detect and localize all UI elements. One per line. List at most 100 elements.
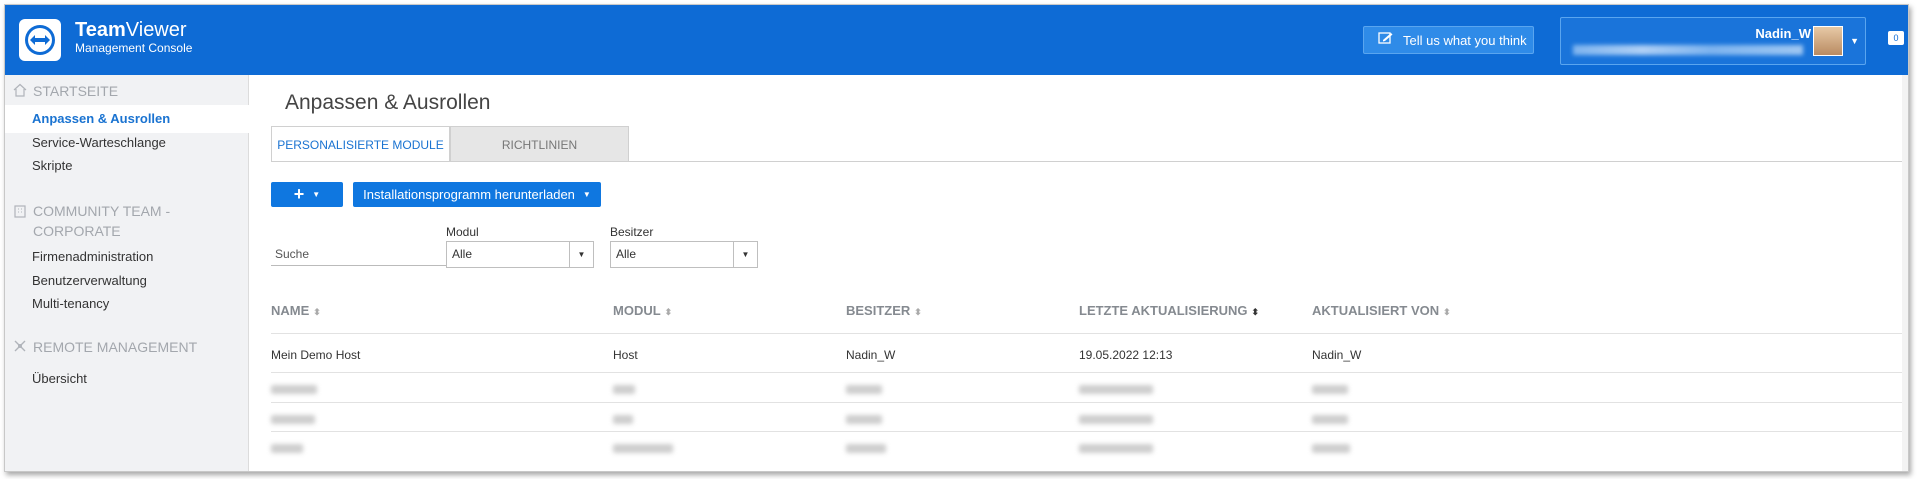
sidebar-section-company[interactable]: COMMUNITY TEAM - CORPORATE <box>13 201 213 241</box>
sidebar-section-label: REMOTE MANAGEMENT <box>33 339 198 355</box>
page-title: Anpassen & Ausrollen <box>285 91 491 114</box>
module-filter-label: Modul <box>446 225 479 239</box>
owner-filter-label: Besitzer <box>610 225 654 239</box>
column-header-owner[interactable]: BESITZER ⬍ <box>846 303 922 318</box>
sidebar-item-label: Service-Warteschlange <box>32 135 166 150</box>
cell-owner: Nadin_W <box>846 348 896 362</box>
sidebar-item-multi-tenancy[interactable]: Multi-tenancy <box>5 290 249 318</box>
sidebar-item-label: Multi-tenancy <box>32 296 110 311</box>
sidebar-item-label: Übersicht <box>32 371 87 386</box>
feedback-edit-icon <box>1378 32 1393 48</box>
avatar <box>1813 26 1843 56</box>
sidebar-section-home[interactable]: STARTSEITE <box>13 83 118 99</box>
chat-icon[interactable]: 0 <box>1888 31 1904 45</box>
redacted-cell <box>1312 415 1348 424</box>
column-header-updated-by[interactable]: AKTUALISIERT VON ⬍ <box>1312 303 1451 318</box>
user-name: Nadin_W <box>1755 26 1811 41</box>
teamviewer-logo-icon[interactable] <box>19 19 61 61</box>
redacted-cell <box>271 385 317 394</box>
download-installer-label: Installationsprogramm herunterladen <box>363 187 575 202</box>
module-filter-value: Alle <box>452 247 473 261</box>
column-header-label: LETZTE AKTUALISIERUNG <box>1079 303 1248 318</box>
row-divider <box>271 431 1908 432</box>
feedback-button[interactable]: Tell us what you think <box>1363 26 1534 54</box>
top-header: TeamViewer Management Console Tell us wh… <box>5 5 1908 75</box>
cell-last-updated: 19.05.2022 12:13 <box>1079 348 1173 362</box>
redacted-cell <box>613 415 633 424</box>
sort-icon: ⬍ <box>313 307 321 317</box>
sort-icon: ⬍ <box>914 307 922 317</box>
column-header-label: AKTUALISIERT VON <box>1312 303 1440 318</box>
redacted-cell <box>1079 385 1153 394</box>
user-email-redacted <box>1573 45 1803 55</box>
feedback-label: Tell us what you think <box>1403 32 1527 48</box>
sidebar-item-label: Anpassen & Ausrollen <box>32 111 171 126</box>
sort-desc-icon: ⬍ <box>1251 307 1260 317</box>
brand-subtitle: Management Console <box>75 41 193 55</box>
sidebar-item-overview[interactable]: Übersicht <box>5 365 249 393</box>
remote-management-icon <box>13 339 27 353</box>
user-menu[interactable]: Nadin_W ▼ <box>1560 17 1866 65</box>
owner-filter-select[interactable]: Alle ▼ <box>610 241 758 268</box>
redacted-cell <box>271 444 303 453</box>
redacted-cell <box>846 415 882 424</box>
column-header-last-updated[interactable]: LETZTE AKTUALISIERUNG ⬍ <box>1079 303 1259 318</box>
column-header-name[interactable]: NAME ⬍ <box>271 303 321 318</box>
chat-count: 0 <box>1893 33 1899 43</box>
add-label: + <box>293 184 305 204</box>
building-icon <box>13 204 27 218</box>
column-header-label: BESITZER <box>846 303 911 318</box>
redacted-cell <box>1079 444 1153 453</box>
redacted-cell <box>613 444 673 453</box>
sort-icon: ⬍ <box>664 307 673 317</box>
tab-personalized-modules[interactable]: PERSONALISIERTE MODULE <box>271 126 450 162</box>
redacted-cell <box>1312 385 1348 394</box>
tab-policies[interactable]: RICHTLINIEN <box>450 126 629 162</box>
chevron-down-icon: ▼ <box>312 190 321 199</box>
redacted-cell <box>271 415 315 424</box>
column-header-label: MODUL <box>613 303 661 318</box>
main-content: Anpassen & Ausrollen PERSONALISIERTE MOD… <box>249 75 1908 471</box>
cell-module: Host <box>613 348 638 362</box>
redacted-cell <box>1312 444 1350 453</box>
sidebar-item-label: Firmenadministration <box>32 249 154 264</box>
chevron-down-icon: ▼ <box>582 190 591 199</box>
download-installer-button[interactable]: Installationsprogramm herunterladen ▼ <box>353 182 601 207</box>
module-filter-select[interactable]: Alle ▼ <box>446 241 594 268</box>
tab-label: PERSONALISIERTE MODULE <box>277 138 444 152</box>
search-input[interactable]: Suche <box>271 244 475 266</box>
column-header-module[interactable]: MODUL ⬍ <box>613 303 672 318</box>
sidebar-section-remote[interactable]: REMOTE MANAGEMENT <box>13 339 197 355</box>
brand-name: TeamViewer Management Console <box>75 19 192 55</box>
home-icon <box>13 83 27 97</box>
sidebar-section-label: COMMUNITY TEAM - CORPORATE <box>33 203 171 239</box>
chevron-down-icon: ▼ <box>569 242 593 267</box>
row-divider <box>271 372 1908 373</box>
cell-name: Mein Demo Host <box>271 348 361 362</box>
sidebar: STARTSEITE Anpassen & Ausrollen Service-… <box>5 75 249 471</box>
search-placeholder: Suche <box>275 247 310 261</box>
redacted-cell <box>846 444 886 453</box>
table-header-divider <box>271 333 1908 334</box>
chevron-down-icon: ▼ <box>1850 36 1859 46</box>
add-button[interactable]: + ▼ <box>271 182 343 207</box>
brand-bold: Team <box>75 19 126 41</box>
redacted-cell <box>846 385 882 394</box>
sidebar-item-label: Benutzerverwaltung <box>32 273 147 288</box>
app-window: TeamViewer Management Console Tell us wh… <box>4 4 1909 472</box>
redacted-cell <box>1079 415 1153 424</box>
scrollbar[interactable] <box>1902 75 1908 471</box>
row-divider <box>271 402 1908 403</box>
owner-filter-value: Alle <box>616 247 637 261</box>
sort-icon: ⬍ <box>1443 307 1451 317</box>
redacted-cell <box>613 385 635 394</box>
sidebar-item-label: Skripte <box>32 158 73 173</box>
sidebar-item-scripts[interactable]: Skripte <box>5 152 249 180</box>
tab-label: RICHTLINIEN <box>501 138 578 152</box>
brand-light: Viewer <box>125 19 187 41</box>
sidebar-section-label: STARTSEITE <box>33 83 119 99</box>
tab-divider <box>271 161 1908 162</box>
chevron-down-icon: ▼ <box>733 242 757 267</box>
column-header-label: NAME <box>271 303 310 318</box>
cell-updated-by: Nadin_W <box>1312 348 1362 362</box>
